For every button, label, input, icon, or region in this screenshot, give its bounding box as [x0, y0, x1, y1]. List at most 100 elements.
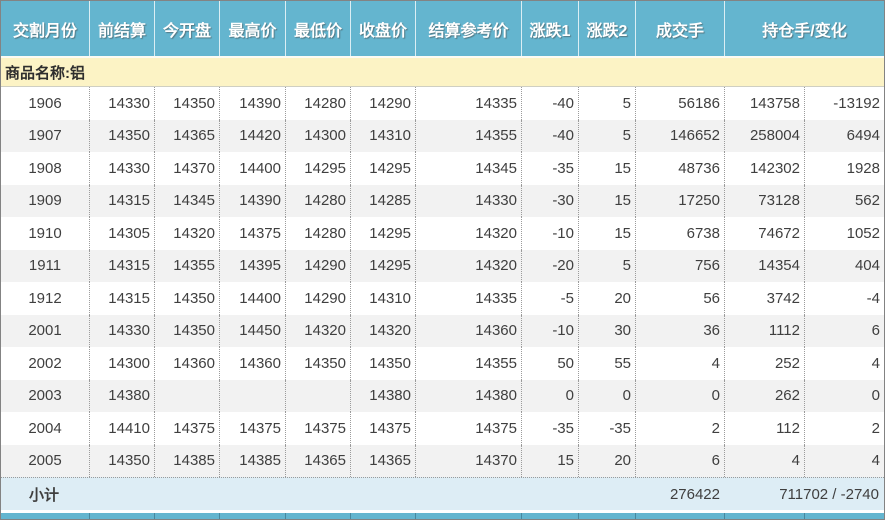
value-cell: 756 [635, 250, 724, 283]
value-cell: 14295 [285, 152, 350, 185]
value-cell: 17250 [635, 185, 724, 218]
value-cell: 14280 [285, 185, 350, 218]
next-header-strip-cell [89, 513, 154, 520]
value-cell: 14300 [89, 347, 154, 380]
value-cell: 14335 [415, 282, 521, 315]
value-cell: 14355 [415, 120, 521, 153]
table-row: 2001143301435014450143201432014360-10303… [1, 315, 884, 348]
value-cell: 15 [578, 152, 635, 185]
subtotal-open-interest-change: 711702 / -2740 [724, 486, 884, 503]
value-cell: 14385 [154, 445, 219, 478]
value-cell: 56 [635, 282, 724, 315]
value-cell: 5 [578, 250, 635, 283]
value-cell: -35 [578, 412, 635, 445]
value-cell: 14360 [154, 347, 219, 380]
value-cell: -30 [521, 185, 578, 218]
value-cell: 4 [724, 445, 804, 478]
value-cell: 4 [804, 445, 884, 478]
delivery-month-cell: 1909 [1, 185, 89, 218]
delivery-month-cell: 2001 [1, 315, 89, 348]
subtotal-row: 小计 276422 711702 / -2740 [1, 477, 884, 510]
value-cell: 14295 [350, 250, 415, 283]
value-cell: 404 [804, 250, 884, 283]
table-row: 1908143301437014400142951429514345-35154… [1, 152, 884, 185]
product-name-row: 商品名称:铝 [1, 58, 884, 87]
table-row: 20031438014380143800002620 [1, 380, 884, 413]
table-row: 1912143151435014400142901431014335-52056… [1, 282, 884, 315]
value-cell: 30 [578, 315, 635, 348]
value-cell: 14354 [724, 250, 804, 283]
value-cell: 14305 [89, 217, 154, 250]
value-cell: 252 [724, 347, 804, 380]
value-cell: 14350 [89, 445, 154, 478]
table-row: 1909143151434514390142801428514330-30151… [1, 185, 884, 218]
value-cell: 14285 [350, 185, 415, 218]
value-cell: 14290 [285, 282, 350, 315]
value-cell: 14330 [89, 87, 154, 120]
value-cell: 14310 [350, 282, 415, 315]
next-header-strip-cell [415, 513, 521, 520]
value-cell: 14365 [154, 120, 219, 153]
value-cell: 20 [578, 282, 635, 315]
value-cell [285, 380, 350, 413]
value-cell: 14315 [89, 250, 154, 283]
next-header-strip-cell [578, 513, 635, 520]
value-cell: 14320 [350, 315, 415, 348]
value-cell: 36 [635, 315, 724, 348]
value-cell: 50 [521, 347, 578, 380]
value-cell: 4 [804, 347, 884, 380]
next-header-strip-cell [1, 513, 89, 520]
value-cell: -20 [521, 250, 578, 283]
value-cell: 14400 [219, 152, 285, 185]
value-cell: 20 [578, 445, 635, 478]
header-volume: 成交手 [635, 1, 724, 56]
value-cell: 14280 [285, 217, 350, 250]
value-cell: 0 [804, 380, 884, 413]
value-cell: 562 [804, 185, 884, 218]
subtotal-volume: 276422 [635, 486, 724, 503]
table-row: 1911143151435514395142901429514320-20575… [1, 250, 884, 283]
value-cell: 14295 [350, 217, 415, 250]
delivery-month-cell: 2002 [1, 347, 89, 380]
value-cell: 14315 [89, 282, 154, 315]
value-cell: 14375 [219, 412, 285, 445]
header-settlement-ref: 结算参考价 [415, 1, 521, 56]
value-cell: 142302 [724, 152, 804, 185]
value-cell: 14290 [350, 87, 415, 120]
value-cell: 15 [578, 217, 635, 250]
header-prev-settlement: 前结算 [89, 1, 154, 56]
header-change2: 涨跌2 [578, 1, 635, 56]
value-cell: 14345 [154, 185, 219, 218]
value-cell: 14380 [350, 380, 415, 413]
value-cell: 6 [635, 445, 724, 478]
value-cell: 15 [521, 445, 578, 478]
value-cell: 14385 [219, 445, 285, 478]
table-row: 1910143051432014375142801429514320-10156… [1, 217, 884, 250]
delivery-month-cell: 1908 [1, 152, 89, 185]
value-cell: 74672 [724, 217, 804, 250]
next-header-strip [1, 510, 884, 520]
value-cell: 1052 [804, 217, 884, 250]
value-cell: -10 [521, 217, 578, 250]
table-row: 2005143501438514385143651436514370152064… [1, 445, 884, 478]
value-cell: 1112 [724, 315, 804, 348]
next-header-strip-cell [635, 513, 724, 520]
value-cell: 14350 [89, 120, 154, 153]
value-cell: 3742 [724, 282, 804, 315]
value-cell: 14375 [285, 412, 350, 445]
value-cell: 14375 [350, 412, 415, 445]
value-cell: 14330 [89, 315, 154, 348]
value-cell: 14350 [350, 347, 415, 380]
value-cell: 6 [804, 315, 884, 348]
value-cell: 14330 [89, 152, 154, 185]
value-cell: 14300 [285, 120, 350, 153]
value-cell: 14290 [285, 250, 350, 283]
value-cell: 112 [724, 412, 804, 445]
value-cell: 2 [804, 412, 884, 445]
value-cell: 14350 [154, 87, 219, 120]
value-cell: 14350 [154, 315, 219, 348]
delivery-month-cell: 1907 [1, 120, 89, 153]
value-cell [154, 380, 219, 413]
header-change1: 涨跌1 [521, 1, 578, 56]
table-header-row: 交割月份 前结算 今开盘 最高价 最低价 收盘价 结算参考价 涨跌1 涨跌2 成… [1, 1, 884, 58]
